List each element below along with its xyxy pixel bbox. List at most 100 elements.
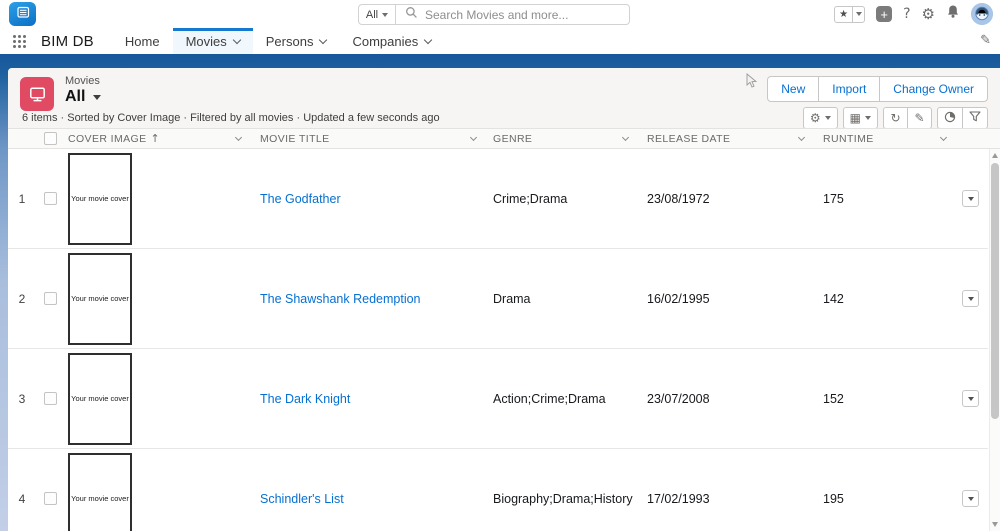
nav-tab-persons[interactable]: Persons	[253, 28, 340, 54]
cover-placeholder-text: Your movie cover	[71, 194, 129, 203]
salesforce-app-window: All ★ + ? ⚙	[0, 0, 1000, 531]
nav-tab-label: Home	[125, 34, 160, 49]
nav-tab-companies[interactable]: Companies	[339, 28, 444, 54]
notifications-bell-icon[interactable]	[946, 4, 960, 24]
chevron-down-icon[interactable]	[424, 35, 432, 43]
import-button[interactable]: Import	[818, 76, 880, 102]
row-checkbox[interactable]	[44, 492, 57, 505]
help-icon[interactable]: ?	[903, 6, 910, 22]
row-actions-cell	[955, 290, 988, 307]
runtime-cell: 152	[813, 392, 955, 406]
nav-tabs: Home Movies Persons Companies	[112, 28, 444, 54]
filter-button[interactable]	[962, 107, 988, 129]
change-owner-button[interactable]: Change Owner	[879, 76, 988, 102]
scroll-up-arrow-icon[interactable]	[992, 153, 998, 158]
chevron-down-icon	[865, 116, 871, 120]
genre-cell: Action;Crime;Drama	[485, 392, 637, 406]
global-actions-button[interactable]: +	[876, 6, 892, 22]
nav-tab-movies[interactable]: Movies	[173, 28, 253, 54]
vertical-scrollbar[interactable]	[989, 149, 1000, 531]
new-button[interactable]: New	[767, 76, 819, 102]
view-selector-caret-icon[interactable]	[93, 95, 101, 100]
cover-image-cell: Your movie cover	[64, 353, 250, 445]
search-icon	[405, 6, 418, 24]
column-label: Runtime	[823, 133, 874, 145]
user-avatar[interactable]	[971, 3, 993, 25]
cover-placeholder-text: Your movie cover	[71, 394, 129, 403]
row-number-column-header	[8, 129, 36, 148]
column-header-genre[interactable]: Genre	[485, 129, 637, 148]
genre-cell: Drama	[485, 292, 637, 306]
row-actions-column-header	[955, 129, 988, 148]
row-actions-button[interactable]	[962, 190, 979, 207]
table-row: 2 Your movie cover The Shawshank Redempt…	[8, 249, 988, 349]
row-actions-cell	[955, 490, 988, 507]
utility-icons: ★ + ? ⚙	[834, 3, 993, 25]
global-utility-bar: All ★ + ? ⚙	[0, 0, 1000, 28]
column-menu-chevron-icon[interactable]	[940, 133, 947, 140]
row-actions-button[interactable]	[962, 390, 979, 407]
table-header-row: Cover Image ↑ Movie Title Genre Release …	[8, 128, 1000, 149]
movie-title-cell: The Shawshank Redemption	[250, 292, 485, 306]
search-input[interactable]	[425, 8, 620, 22]
list-toolbar: ⚙ ▦ ↻ ✎	[803, 107, 988, 129]
scrollbar-thumb[interactable]	[991, 163, 999, 419]
row-checkbox[interactable]	[44, 192, 57, 205]
row-actions-button[interactable]	[962, 290, 979, 307]
edit-nav-pencil-icon[interactable]: ✎	[980, 33, 991, 48]
row-checkbox[interactable]	[44, 292, 57, 305]
select-all-checkbox[interactable]	[44, 132, 57, 145]
cover-image-placeholder: Your movie cover	[68, 353, 132, 445]
release-date-cell: 23/08/1972	[637, 192, 813, 206]
column-label: Release Date	[647, 133, 730, 145]
cover-placeholder-text: Your movie cover	[71, 494, 129, 503]
sort-ascending-icon: ↑	[151, 132, 161, 145]
row-checkbox-cell	[36, 292, 64, 305]
app-launcher-waffle-icon[interactable]	[12, 34, 27, 49]
setup-gear-icon[interactable]: ⚙	[922, 5, 935, 23]
movie-title-link[interactable]: The Shawshank Redemption	[260, 292, 421, 306]
gear-icon: ⚙	[810, 111, 821, 125]
funnel-icon	[969, 111, 981, 125]
cover-image-cell: Your movie cover	[64, 453, 250, 531]
chevron-down-icon	[382, 13, 388, 17]
chevron-down-icon[interactable]	[233, 35, 241, 43]
column-header-cover-image[interactable]: Cover Image ↑	[64, 129, 250, 148]
column-label: Genre	[493, 133, 532, 145]
movie-title-link[interactable]: Schindler's List	[260, 492, 344, 506]
column-menu-chevron-icon[interactable]	[470, 133, 477, 140]
movie-title-cell: The Dark Knight	[250, 392, 485, 406]
nav-tab-label: Companies	[352, 34, 418, 49]
caret-down-icon	[968, 497, 974, 501]
column-menu-chevron-icon[interactable]	[622, 133, 629, 140]
row-number: 2	[8, 292, 36, 306]
row-actions-cell	[955, 190, 988, 207]
inline-edit-button[interactable]: ✎	[907, 107, 932, 129]
list-view-header: Movies All 6 items · Sorted by Cover Ima…	[8, 68, 1000, 128]
movie-title-link[interactable]: The Godfather	[260, 192, 341, 206]
search-scope-dropdown[interactable]: All	[359, 5, 396, 24]
search-scope-label: All	[366, 9, 378, 21]
app-name[interactable]: BIM DB	[41, 33, 94, 50]
runtime-cell: 142	[813, 292, 955, 306]
favorites-menu-button[interactable]	[852, 7, 864, 22]
row-checkbox[interactable]	[44, 392, 57, 405]
column-header-runtime[interactable]: Runtime	[813, 129, 955, 148]
charts-button[interactable]	[937, 107, 963, 129]
movie-title-link[interactable]: The Dark Knight	[260, 392, 350, 406]
favorites-star-icon[interactable]: ★	[835, 7, 852, 22]
column-menu-chevron-icon[interactable]	[235, 133, 242, 140]
app-nav-bar: BIM DB Home Movies Persons Companies	[0, 28, 1000, 54]
nav-tab-home[interactable]: Home	[112, 28, 173, 54]
chevron-down-icon[interactable]	[319, 35, 327, 43]
scroll-down-arrow-icon[interactable]	[992, 522, 998, 527]
column-menu-chevron-icon[interactable]	[798, 133, 805, 140]
display-as-button[interactable]: ▦	[843, 107, 878, 129]
refresh-icon: ↻	[890, 111, 900, 125]
refresh-button[interactable]: ↻	[883, 107, 908, 129]
list-controls-button[interactable]: ⚙	[803, 107, 838, 129]
row-actions-button[interactable]	[962, 490, 979, 507]
column-header-movie-title[interactable]: Movie Title	[250, 129, 485, 148]
column-header-release-date[interactable]: Release Date	[637, 129, 813, 148]
list-status-line: 6 items · Sorted by Cover Image · Filter…	[22, 112, 440, 124]
